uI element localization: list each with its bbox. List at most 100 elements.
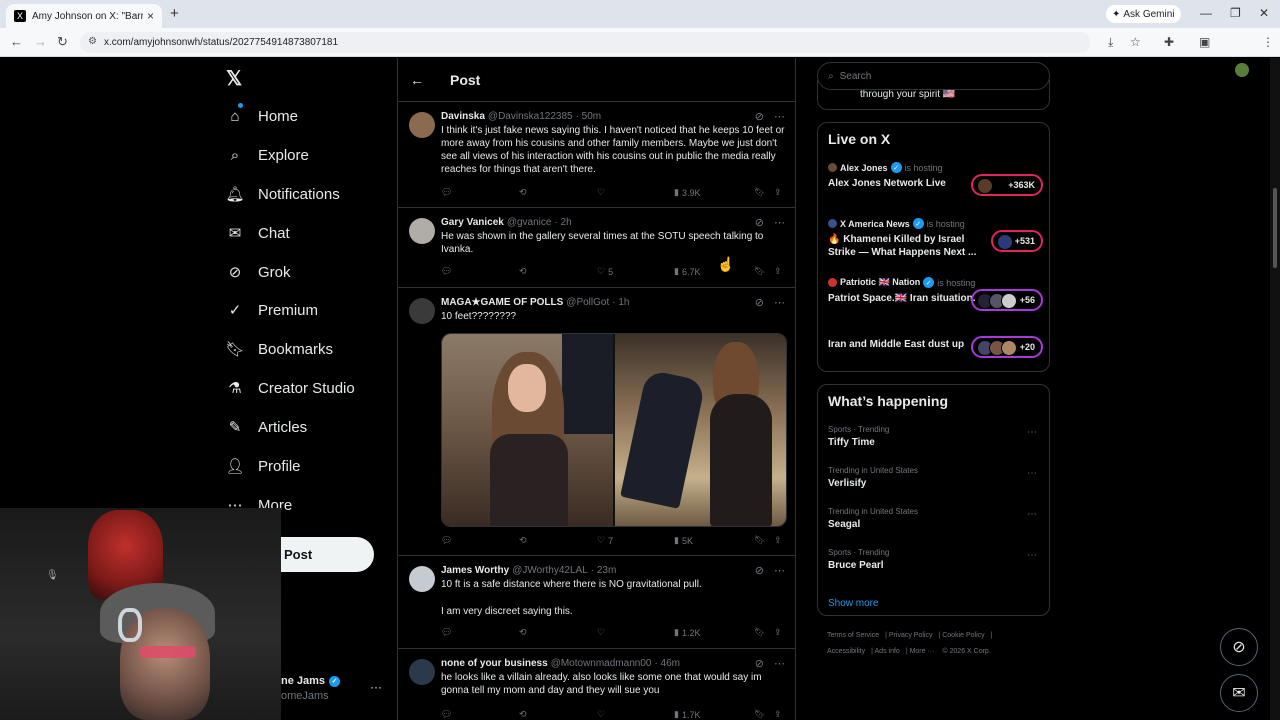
like-button[interactable]: ♡: [597, 627, 608, 638]
share-button[interactable]: ⇪: [774, 187, 782, 198]
live-item[interactable]: Patriotic 🇬🇧 Nation ✓ is hosting Patriot S…: [828, 277, 1043, 321]
photo-left[interactable]: [442, 334, 614, 526]
reply-tweet[interactable]: Gary Vanicek @gvanice · 2h ⊘ ⋯ He was sho…: [398, 208, 795, 288]
author-handle[interactable]: @PollGot: [566, 297, 609, 308]
scrollbar-thumb[interactable]: [1273, 188, 1277, 268]
repost-button[interactable]: ⟲: [519, 535, 530, 546]
trend-item[interactable]: Sports · Trending Tiffy Time ⋯: [828, 425, 1043, 448]
show-more-link[interactable]: Show more: [828, 598, 879, 609]
footer-link[interactable]: More ···: [910, 648, 935, 655]
reply-button[interactable]: 💬︎: [441, 187, 455, 198]
avatar[interactable]: [409, 112, 435, 138]
timestamp[interactable]: · 50m: [576, 111, 602, 122]
author-name[interactable]: MAGA★GAME OF POLLS: [441, 297, 563, 308]
restore-icon[interactable]: ❐: [1230, 6, 1241, 20]
tweet-media[interactable]: [441, 333, 787, 527]
listener-pill[interactable]: +56: [971, 289, 1043, 311]
footer-link[interactable]: Cookie Policy: [942, 632, 984, 639]
messages-fab[interactable]: ✉: [1220, 674, 1258, 712]
bookmark-button[interactable]: 🔖︎: [754, 535, 765, 546]
reload-icon[interactable]: ↻: [57, 34, 68, 50]
reply-tweet[interactable]: MAGA★GAME OF POLLS @PollGot · 1h ⊘ ⋯ 10 f…: [398, 288, 795, 556]
footer-link[interactable]: Accessibility: [827, 648, 865, 655]
views-button[interactable]: ▮ 3.9K: [674, 187, 700, 198]
photo-right[interactable]: [613, 334, 786, 526]
repost-button[interactable]: ⟲: [519, 709, 530, 720]
nav-profile[interactable]: 👤︎ Profile: [225, 457, 300, 476]
tab-close-icon[interactable]: ×: [147, 9, 154, 23]
page-scrollbar[interactable]: [1270, 58, 1280, 720]
star-icon[interactable]: ☆: [1130, 35, 1141, 49]
share-button[interactable]: ⇪: [774, 709, 782, 720]
url-field[interactable]: ⚙ x.com/amyjohnsonwh/status/202775491487…: [80, 32, 1090, 53]
reply-button[interactable]: 💬︎: [441, 709, 455, 720]
reply-tweet[interactable]: Davinska @Davinska122385 · 50m ⊘ ⋯ I thin…: [398, 102, 795, 208]
nav-bookmarks[interactable]: 🔖︎ Bookmarks: [225, 340, 333, 359]
new-tab-button[interactable]: +: [170, 5, 179, 22]
more-icon[interactable]: ⋯: [1027, 509, 1037, 520]
repost-button[interactable]: ⟲: [519, 187, 530, 198]
author-handle[interactable]: @Motownmadmann00: [551, 658, 652, 669]
like-button[interactable]: ♡: [597, 709, 608, 720]
menu-icon[interactable]: ⋮: [1262, 35, 1274, 49]
author-name[interactable]: Gary Vanicek: [441, 217, 504, 228]
more-icon[interactable]: ⋯: [774, 296, 785, 309]
bookmark-button[interactable]: 🔖︎: [754, 709, 765, 720]
views-button[interactable]: ▮ 6.7K: [674, 266, 700, 277]
footer-link[interactable]: Ads info: [875, 648, 900, 655]
repost-button[interactable]: ⟲: [519, 266, 530, 277]
repost-button[interactable]: ⟲: [519, 627, 530, 638]
bookmark-button[interactable]: 🔖︎: [754, 266, 765, 277]
nav-articles[interactable]: ✎ Articles: [226, 418, 307, 437]
share-button[interactable]: ⇪: [774, 535, 782, 546]
listener-pill[interactable]: +20: [971, 336, 1043, 358]
more-icon[interactable]: ⋯: [1027, 550, 1037, 561]
avatar[interactable]: [409, 566, 435, 592]
minimize-icon[interactable]: —: [1200, 6, 1212, 20]
site-info-icon[interactable]: ⚙: [88, 36, 97, 47]
bookmark-button[interactable]: 🔖︎: [754, 627, 765, 638]
more-icon[interactable]: ⋯: [774, 216, 785, 229]
reply-tweet[interactable]: James Worthy @JWorthy42LAL · 23m ⊘ ⋯ 10 f…: [398, 556, 795, 649]
live-item[interactable]: Alex Jones ✓ is hosting Alex Jones Network…: [828, 162, 1043, 206]
post-timeline[interactable]: ← Post Davinska @Davinska122385 · 50m ⊘ ⋯…: [397, 58, 796, 720]
ask-gemini-button[interactable]: ✦ Ask Gemini: [1106, 5, 1181, 23]
like-button[interactable]: ♡ 5: [597, 266, 613, 277]
more-icon[interactable]: ⋯: [1027, 468, 1037, 479]
search-input[interactable]: ⌕ Search: [817, 62, 1050, 90]
nav-notifications[interactable]: 🔔︎ Notifications: [225, 185, 339, 204]
share-button[interactable]: ⇪: [774, 266, 782, 277]
grok-icon[interactable]: ⊘: [755, 657, 764, 670]
profile-avatar[interactable]: [1235, 63, 1249, 77]
author-handle[interactable]: @Davinska122385: [488, 111, 573, 122]
nav-grok[interactable]: ⊘ Grok: [226, 263, 291, 282]
nav-creator-studio[interactable]: ⚗ Creator Studio: [226, 379, 354, 398]
extensions-icon[interactable]: ✚: [1164, 35, 1174, 49]
timestamp[interactable]: · 2h: [554, 217, 571, 228]
more-icon[interactable]: ⋯: [774, 564, 785, 577]
reply-button[interactable]: 💬︎: [441, 627, 455, 638]
reply-button[interactable]: 💬︎: [441, 266, 455, 277]
avatar[interactable]: [409, 298, 435, 324]
trend-item[interactable]: Trending in United States Seagal ⋯: [828, 507, 1043, 530]
more-icon[interactable]: ⋯: [774, 110, 785, 123]
sidepanel-icon[interactable]: ▣: [1199, 35, 1210, 49]
back-icon[interactable]: ←: [10, 34, 23, 49]
account-switcher[interactable]: ne Jams ✓: [281, 675, 341, 687]
install-icon[interactable]: ⤓: [1108, 35, 1113, 50]
browser-tab[interactable]: X Amy Johnson on X: "Barron's p ×: [6, 4, 162, 28]
timestamp[interactable]: · 46m: [654, 658, 680, 669]
grok-fab[interactable]: ⊘: [1220, 628, 1258, 666]
like-button[interactable]: ♡ 7: [597, 535, 613, 546]
author-name[interactable]: James Worthy: [441, 565, 509, 576]
views-button[interactable]: ▮ 5K: [674, 535, 693, 546]
grok-icon[interactable]: ⊘: [755, 110, 764, 123]
reply-button[interactable]: 💬︎: [441, 535, 455, 546]
share-button[interactable]: ⇪: [774, 627, 782, 638]
author-handle[interactable]: @JWorthy42LAL: [512, 565, 588, 576]
nav-home[interactable]: ⌂ Home: [226, 107, 298, 125]
author-handle[interactable]: @gvanice: [507, 217, 552, 228]
avatar[interactable]: [409, 659, 435, 685]
author-name[interactable]: Davinska: [441, 111, 485, 122]
avatar[interactable]: [409, 218, 435, 244]
